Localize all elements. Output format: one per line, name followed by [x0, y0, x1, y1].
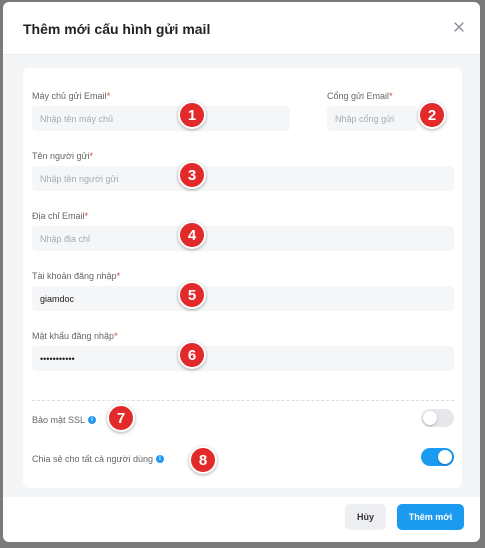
toggle-knob	[423, 411, 437, 425]
username-input[interactable]	[32, 286, 454, 311]
username-label: Tài khoản đăng nhập*	[32, 271, 121, 281]
marker-5: 5	[178, 281, 206, 309]
marker-2: 2	[418, 101, 446, 129]
mail-config-modal: Thêm mới cấu hình gửi mail Máy chủ gửi E…	[3, 2, 480, 542]
marker-6: 6	[178, 341, 206, 369]
close-icon[interactable]	[452, 20, 466, 34]
modal-body: Máy chủ gửi Email* 1 Cổng gửi Email* 2 T…	[3, 55, 480, 497]
marker-4: 4	[178, 221, 206, 249]
cancel-button[interactable]: Hủy	[345, 504, 386, 530]
info-icon: i	[88, 415, 97, 424]
required-mark: *	[389, 91, 393, 101]
marker-8: 8	[189, 446, 217, 474]
email-label: Địa chỉ Email*	[32, 211, 89, 221]
modal-header: Thêm mới cấu hình gửi mail	[3, 2, 480, 55]
ssl-toggle[interactable]	[421, 409, 454, 427]
save-button[interactable]: Thêm mới	[397, 504, 464, 530]
divider	[32, 400, 454, 401]
marker-7: 7	[107, 404, 135, 432]
email-input[interactable]	[32, 226, 454, 251]
share-label: Chia sẻ cho tất cả người dùng i	[32, 454, 164, 464]
ssl-label: Bảo mật SSL i	[32, 415, 97, 425]
server-label: Máy chủ gửi Email*	[32, 91, 111, 101]
server-input[interactable]	[32, 106, 290, 131]
required-mark: *	[84, 211, 89, 221]
sender-name-label: Tên người gửi*	[32, 151, 93, 161]
required-mark: *	[106, 91, 111, 101]
required-mark: *	[116, 271, 121, 281]
port-input[interactable]	[327, 106, 417, 131]
port-label: Cổng gửi Email*	[327, 91, 393, 101]
info-icon: i	[156, 454, 164, 463]
form-card: Máy chủ gửi Email* 1 Cổng gửi Email* 2 T…	[23, 68, 462, 488]
share-toggle[interactable]	[421, 448, 454, 466]
required-mark: *	[89, 151, 93, 161]
modal-title: Thêm mới cấu hình gửi mail	[23, 21, 211, 37]
required-mark: *	[114, 331, 118, 341]
password-label: Mật khẩu đăng nhập*	[32, 331, 118, 341]
toggle-knob	[438, 450, 452, 464]
sender-name-input[interactable]	[32, 166, 454, 191]
marker-1: 1	[178, 101, 206, 129]
password-input[interactable]	[32, 346, 454, 371]
marker-3: 3	[178, 161, 206, 189]
